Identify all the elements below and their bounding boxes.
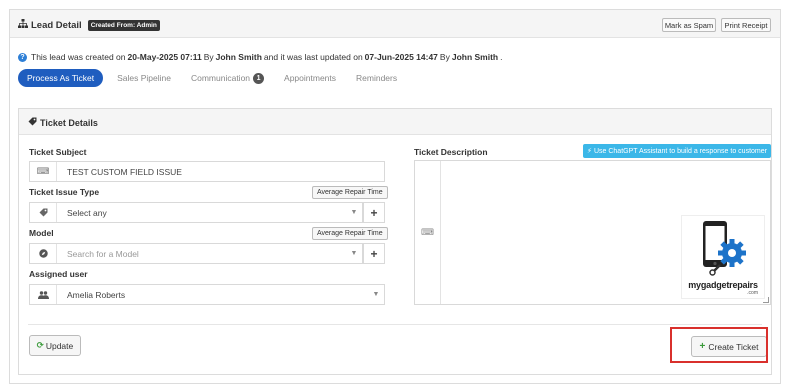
created-from-badge: Created From: Admin — [87, 19, 160, 31]
chevron-down-icon: ▼ — [350, 209, 358, 216]
lightning-icon: ⚡ — [587, 148, 592, 155]
updated-by: John Smith — [451, 52, 499, 62]
chevron-down-icon: ▼ — [350, 250, 358, 257]
info-text: By — [439, 52, 450, 62]
sitemap-icon — [18, 19, 28, 31]
mygadgetrepairs-logo: mygadgetrepairs .com — [681, 215, 765, 299]
ticket-description-label: Ticket Description — [414, 147, 488, 157]
update-button[interactable]: ⟳ Update — [29, 335, 81, 356]
average-repair-time-button[interactable]: Average Repair Time — [312, 227, 388, 240]
compass-icon — [30, 244, 57, 263]
mark-as-spam-button[interactable]: Mark as Spam — [662, 18, 716, 32]
info-text: This lead was created on — [31, 52, 126, 62]
assigned-user-select[interactable]: Amelia Roberts ▼ — [29, 284, 385, 305]
print-receipt-button[interactable]: Print Receipt — [721, 18, 771, 32]
tag-icon — [30, 203, 57, 222]
lead-info-line: ? This lead was created on 20-May-2025 0… — [18, 52, 503, 62]
lead-tabs: Process As Ticket Sales Pipeline Communi… — [18, 69, 407, 87]
refresh-icon: ⟳ — [36, 340, 44, 350]
title-text: Lead Detail — [31, 19, 82, 31]
tab-label: Communication — [190, 73, 251, 83]
lead-detail-panel: Lead Detail Created From: Admin Mark as … — [9, 9, 781, 384]
create-ticket-label: Create Ticket — [708, 341, 759, 352]
info-text: By — [203, 52, 214, 62]
average-repair-time-button[interactable]: Average Repair Time — [312, 186, 388, 199]
tag-icon — [28, 117, 37, 128]
chevron-down-icon: ▼ — [372, 291, 380, 298]
logo-wordmark: mygadgetrepairs — [688, 280, 758, 290]
section-title-text: Ticket Details — [40, 117, 98, 128]
keyboard-icon: ⌨ — [415, 161, 441, 304]
resize-handle[interactable] — [763, 297, 769, 303]
ticket-subject-field[interactable]: ⌨ TEST CUSTOM FIELD ISSUE — [29, 161, 385, 182]
plus-icon: + — [370, 205, 378, 220]
logo-domain: .com — [747, 290, 758, 296]
info-icon: ? — [18, 52, 27, 62]
ticket-details-title: Ticket Details — [28, 117, 98, 128]
tab-reminders[interactable]: Reminders — [346, 69, 407, 87]
info-text: . — [500, 52, 503, 62]
ticket-issue-type-select[interactable]: Select any ▼ — [29, 202, 363, 223]
ticket-details-header: Ticket Details — [19, 109, 771, 135]
updated-date: 07-Jun-2025 14:47 — [364, 52, 438, 62]
plus-icon: + — [699, 341, 706, 352]
tab-communication[interactable]: Communication 1 — [181, 69, 274, 87]
tab-process-as-ticket[interactable]: Process As Ticket — [18, 69, 104, 87]
gpt-button-label: Use ChatGPT Assistant to build a respons… — [593, 147, 767, 155]
assigned-user-value: Amelia Roberts — [67, 289, 126, 300]
model-label: Model — [29, 228, 54, 238]
issue-type-value: Select any — [67, 207, 107, 218]
chatgpt-assistant-button[interactable]: ⚡ Use ChatGPT Assistant to build a respo… — [583, 144, 771, 158]
created-date: 20-May-2025 07:11 — [127, 52, 202, 62]
communication-count-badge: 1 — [253, 72, 265, 84]
model-placeholder: Search for a Model — [67, 248, 139, 259]
ticket-subject-label: Ticket Subject — [29, 147, 87, 157]
created-by: John Smith — [215, 52, 262, 62]
assigned-user-label: Assigned user — [29, 269, 88, 279]
plus-icon: + — [370, 246, 378, 261]
add-model-button[interactable]: + — [363, 243, 385, 264]
users-icon — [30, 285, 57, 304]
info-text: and it was last updated on — [263, 52, 363, 62]
update-button-label: Update — [45, 340, 74, 351]
tab-appointments[interactable]: Appointments — [274, 69, 346, 87]
page-title: Lead Detail Created From: Admin — [18, 19, 160, 31]
panel-header: Lead Detail Created From: Admin Mark as … — [10, 10, 780, 38]
ticket-subject-value: TEST CUSTOM FIELD ISSUE — [67, 166, 182, 177]
create-ticket-button[interactable]: + Create Ticket — [691, 336, 767, 357]
keyboard-icon: ⌨ — [30, 162, 57, 181]
tab-sales-pipeline[interactable]: Sales Pipeline — [107, 69, 181, 87]
divider — [28, 324, 762, 325]
add-issue-type-button[interactable]: + — [363, 202, 385, 223]
phone-gear-icon — [703, 221, 746, 276]
model-search-select[interactable]: Search for a Model ▼ — [29, 243, 363, 264]
ticket-description-textarea[interactable]: ⌨ mygadgetrepairs .com — [414, 160, 771, 305]
ticket-details-panel: Ticket Details Ticket Subject ⌨ TEST CUS… — [18, 108, 772, 375]
ticket-issue-type-label: Ticket Issue Type — [29, 187, 100, 197]
